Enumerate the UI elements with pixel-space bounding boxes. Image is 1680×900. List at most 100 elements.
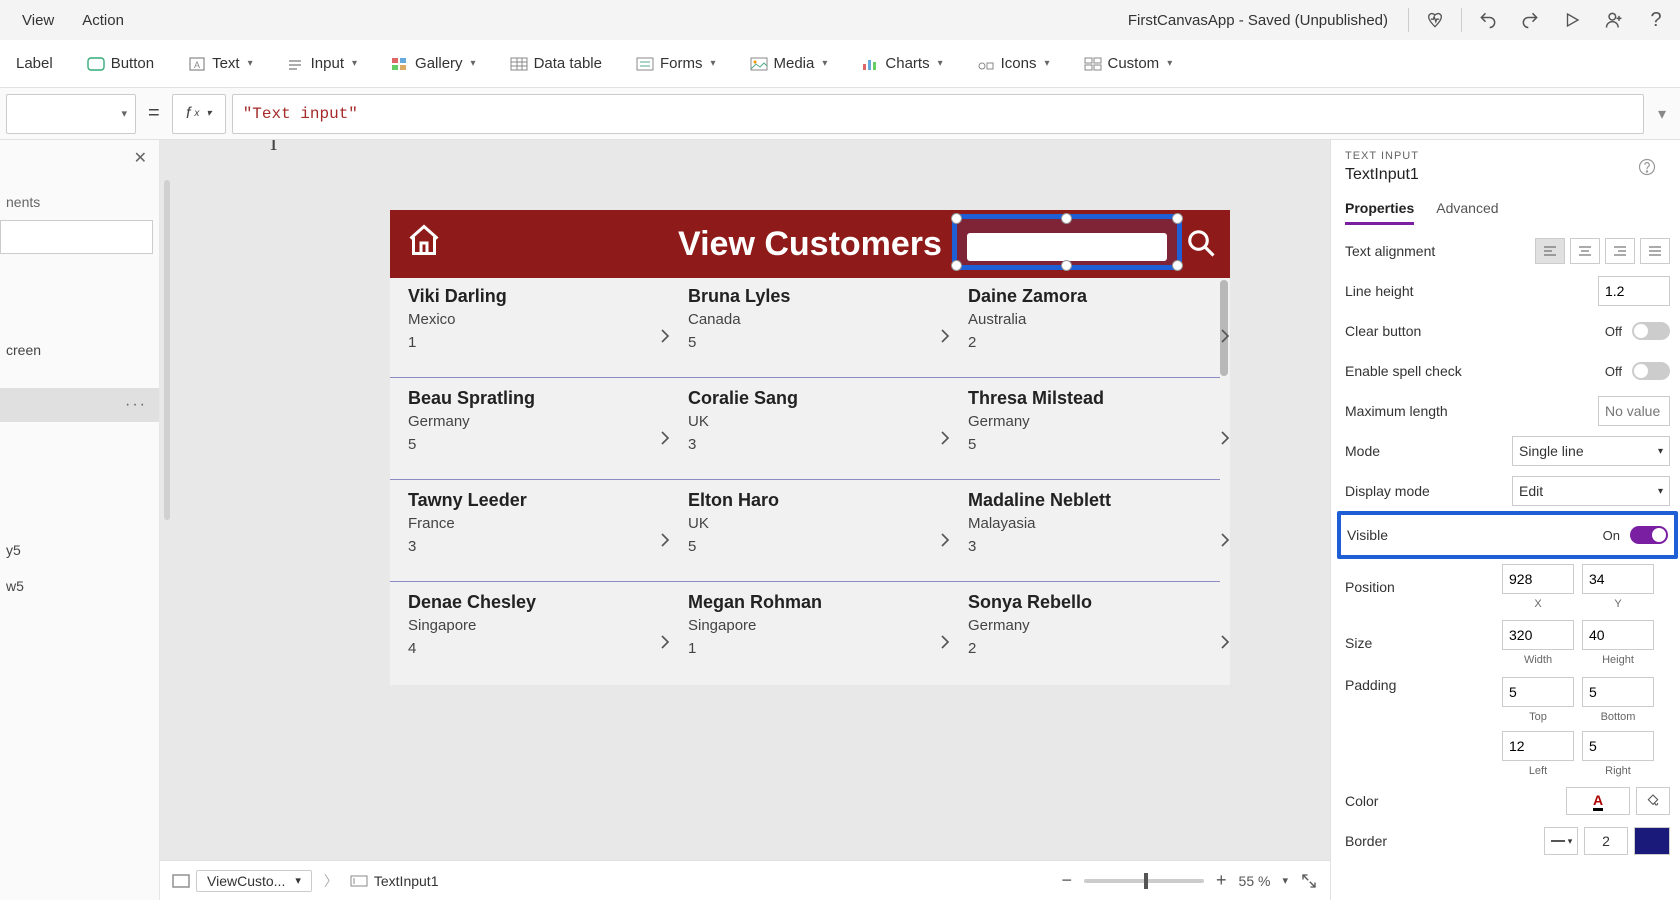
canvas-area: I View Customers (160, 140, 1330, 900)
chevron-right-icon[interactable] (1216, 424, 1234, 452)
gallery-item[interactable]: Sonya RebelloGermany2 (968, 592, 1246, 691)
ribbon-custom[interactable]: Custom▾ (1076, 49, 1181, 79)
align-justify-button[interactable] (1640, 238, 1670, 264)
prop-label: Color (1345, 793, 1566, 809)
gallery-item[interactable]: Madaline NeblettMalayasia3 (968, 490, 1246, 589)
fit-icon[interactable] (1300, 872, 1318, 890)
formula-expand-icon[interactable]: ▾ (1650, 104, 1674, 124)
selected-textinput[interactable] (952, 214, 1182, 270)
chevron-right-icon[interactable] (656, 424, 674, 452)
max-length-input[interactable] (1598, 396, 1670, 426)
formula-input[interactable]: "Text input" (232, 94, 1644, 134)
border-width-input[interactable]: 2 (1584, 827, 1628, 855)
charts-icon (861, 55, 879, 73)
chevron-right-icon[interactable] (656, 322, 674, 350)
size-height-input[interactable] (1582, 620, 1654, 650)
zoom-out-icon[interactable]: − (1062, 870, 1073, 891)
gallery-item[interactable]: Elton HaroUK5 (688, 490, 966, 589)
gallery-item[interactable]: Daine ZamoraAustralia2 (968, 286, 1246, 385)
align-center-button[interactable] (1570, 238, 1600, 264)
breadcrumb-screen[interactable]: ViewCusto...▾ (196, 870, 312, 892)
ribbon-charts[interactable]: Charts▾ (853, 49, 950, 79)
align-left-button[interactable] (1535, 238, 1565, 264)
padding-top-input[interactable] (1502, 677, 1574, 707)
help-icon[interactable]: ? (1640, 4, 1672, 36)
fx-button[interactable]: fx▾ (172, 94, 226, 134)
ribbon-label[interactable]: Label (8, 49, 61, 78)
text-icon: A (188, 55, 206, 73)
tab-properties[interactable]: Properties (1345, 200, 1414, 225)
breadcrumb-control[interactable]: TextInput1 (374, 873, 439, 889)
border-style-button[interactable]: ▾ (1544, 827, 1578, 855)
chevron-down-icon[interactable]: ▾ (1282, 874, 1288, 887)
zoom-in-icon[interactable]: + (1216, 870, 1227, 891)
gallery-item[interactable]: Viki DarlingMexico1 (408, 286, 686, 385)
help-icon[interactable] (1638, 158, 1656, 176)
ribbon-media[interactable]: Media▾ (742, 49, 836, 79)
size-width-input[interactable] (1502, 620, 1574, 650)
ribbon-text[interactable]: A Text▾ (180, 49, 261, 79)
user-icon[interactable] (1598, 4, 1630, 36)
chevron-right-icon[interactable] (936, 628, 954, 656)
ribbon-gallery[interactable]: Gallery▾ (383, 49, 484, 79)
gallery-item[interactable]: Coralie SangUK3 (688, 388, 966, 487)
gallery-item[interactable]: Beau SpratlingGermany5 (408, 388, 686, 487)
display-mode-select[interactable]: Edit▾ (1512, 476, 1670, 506)
divider (1461, 8, 1462, 32)
close-icon[interactable]: ✕ (134, 148, 147, 168)
play-icon[interactable] (1556, 4, 1588, 36)
chevron-right-icon[interactable] (1216, 526, 1234, 554)
formula-property-select[interactable]: ▾ (6, 94, 136, 134)
tree-item[interactable]: y5 (0, 532, 159, 568)
ribbon-forms[interactable]: Forms▾ (628, 49, 724, 79)
chevron-right-icon[interactable] (656, 628, 674, 656)
tab-advanced[interactable]: Advanced (1436, 200, 1498, 225)
chevron-right-icon[interactable] (1216, 322, 1234, 350)
panel-resize-handle[interactable] (164, 180, 170, 520)
visible-toggle[interactable] (1630, 526, 1668, 544)
search-icon[interactable] (1186, 228, 1216, 258)
fill-color-button[interactable] (1636, 787, 1670, 815)
chevron-right-icon[interactable] (936, 322, 954, 350)
gallery-item[interactable]: Tawny LeederFrance3 (408, 490, 686, 589)
gallery-item[interactable]: Bruna LylesCanada5 (688, 286, 966, 385)
health-icon[interactable] (1419, 4, 1451, 36)
ribbon-input[interactable]: Input▾ (279, 49, 365, 79)
gallery-item[interactable]: Denae ChesleySingapore4 (408, 592, 686, 691)
mode-select[interactable]: Single line▾ (1512, 436, 1670, 466)
gallery[interactable]: Viki DarlingMexico1Bruna LylesCanada5Dai… (390, 278, 1230, 685)
padding-bottom-input[interactable] (1582, 677, 1654, 707)
tree-item-selected[interactable]: ··· (0, 388, 159, 422)
menu-action[interactable]: Action (68, 6, 138, 35)
position-y-input[interactable] (1582, 564, 1654, 594)
menu-view[interactable]: View (8, 6, 68, 35)
font-color-button[interactable]: A (1566, 787, 1630, 815)
app-preview[interactable]: View Customers (390, 210, 1230, 685)
undo-icon[interactable] (1472, 4, 1504, 36)
ribbon-icons[interactable]: Icons▾ (969, 49, 1058, 79)
tree-item[interactable] (0, 272, 159, 292)
tree-search-input[interactable] (0, 220, 153, 254)
ribbon-datatable[interactable]: Data table (502, 49, 610, 79)
position-x-input[interactable] (1502, 564, 1574, 594)
spell-check-toggle[interactable] (1632, 362, 1670, 380)
tree-item[interactable]: w5 (0, 568, 159, 604)
border-color-button[interactable] (1634, 827, 1670, 855)
zoom-slider[interactable] (1084, 879, 1204, 883)
chevron-right-icon[interactable] (1216, 628, 1234, 656)
padding-left-input[interactable] (1502, 731, 1574, 761)
padding-right-input[interactable] (1582, 731, 1654, 761)
customer-name: Megan Rohman (688, 592, 966, 613)
gallery-item[interactable]: Megan RohmanSingapore1 (688, 592, 966, 691)
chevron-right-icon[interactable] (656, 526, 674, 554)
ribbon-button[interactable]: Button (79, 49, 162, 79)
redo-icon[interactable] (1514, 4, 1546, 36)
chevron-right-icon[interactable] (936, 526, 954, 554)
align-right-button[interactable] (1605, 238, 1635, 264)
clear-button-toggle[interactable] (1632, 322, 1670, 340)
ribbon-media-text: Media (774, 55, 815, 72)
chevron-right-icon[interactable] (936, 424, 954, 452)
line-height-input[interactable] (1598, 276, 1670, 306)
gallery-item[interactable]: Thresa MilsteadGermany5 (968, 388, 1246, 487)
tree-item[interactable]: creen (0, 332, 159, 368)
